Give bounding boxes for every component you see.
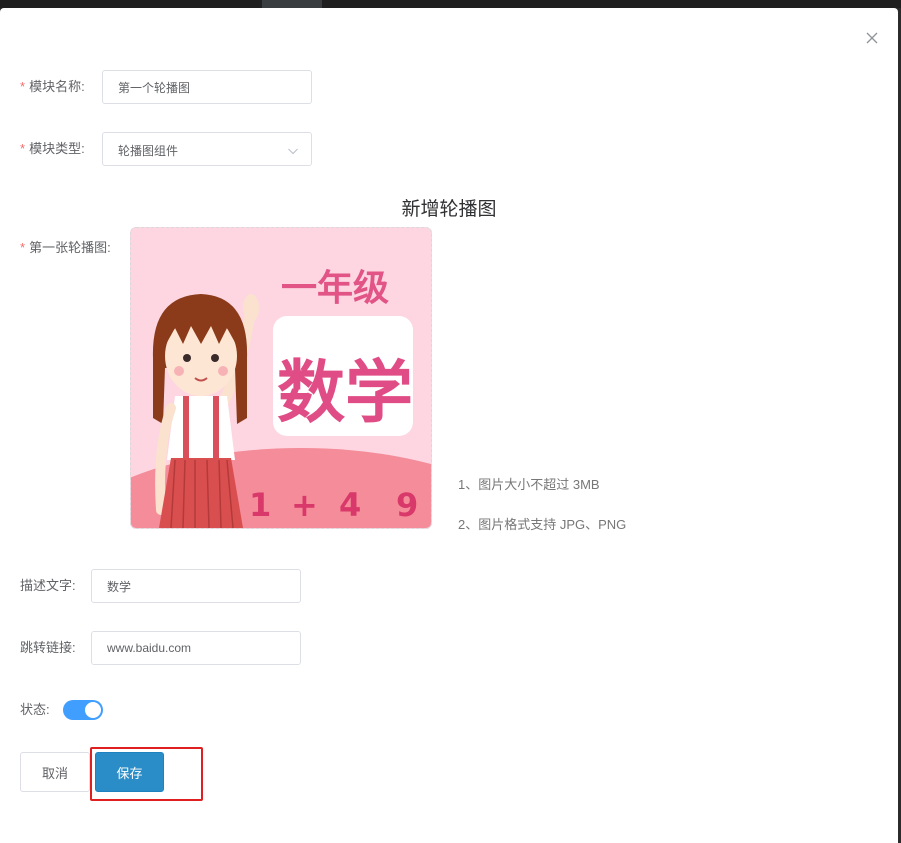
toggle-knob — [85, 702, 101, 718]
module-name-input[interactable] — [102, 70, 312, 104]
close-icon[interactable] — [862, 28, 882, 48]
hint-size: 1、图片大小不超过 3MB — [458, 477, 600, 492]
image-digit: 9 — [396, 486, 418, 524]
required-mark: * — [20, 79, 26, 94]
save-button[interactable]: 保存 — [95, 752, 164, 792]
image-digit: 1 — [249, 486, 271, 524]
image-title-grade: 一年级 — [281, 268, 389, 309]
image-digit: + — [291, 486, 318, 524]
required-mark: * — [20, 240, 26, 255]
hint-format: 2、图片格式支持 JPG、PNG — [458, 517, 627, 532]
module-type-label: * 模块类型: — [20, 141, 85, 156]
image-title-subject: 数学 — [277, 354, 413, 433]
image-digit: 4 — [339, 486, 361, 524]
module-type-value: 轮播图组件 — [118, 144, 179, 158]
section-title: 新增轮播图 — [401, 199, 497, 220]
link-label: 跳转链接: — [20, 640, 76, 655]
slide-image-upload[interactable]: 一年级 数学 1 + 4 9 — [130, 227, 432, 529]
status-label: 状态: — [20, 702, 50, 717]
description-input[interactable] — [91, 569, 301, 603]
edit-module-dialog: *模块名称: *模块类型: 轮播图组件 新增轮播图 *第一张轮播图: 一年级 数… — [0, 8, 898, 843]
status-toggle[interactable] — [63, 700, 103, 720]
first-slide-label: * 第一张轮播图: — [20, 240, 111, 255]
slide-image: 一年级 数学 1 + 4 9 — [131, 228, 431, 528]
module-type-select[interactable]: 轮播图组件 — [102, 132, 312, 166]
chevron-down-icon — [287, 144, 299, 162]
required-mark: * — [20, 141, 26, 156]
link-input[interactable] — [91, 631, 301, 665]
top-bar-tab — [262, 0, 322, 8]
module-name-label: * 模块名称: — [20, 79, 85, 94]
description-label: 描述文字: — [20, 578, 76, 593]
top-bar — [0, 0, 901, 8]
cancel-button[interactable]: 取消 — [20, 752, 90, 792]
